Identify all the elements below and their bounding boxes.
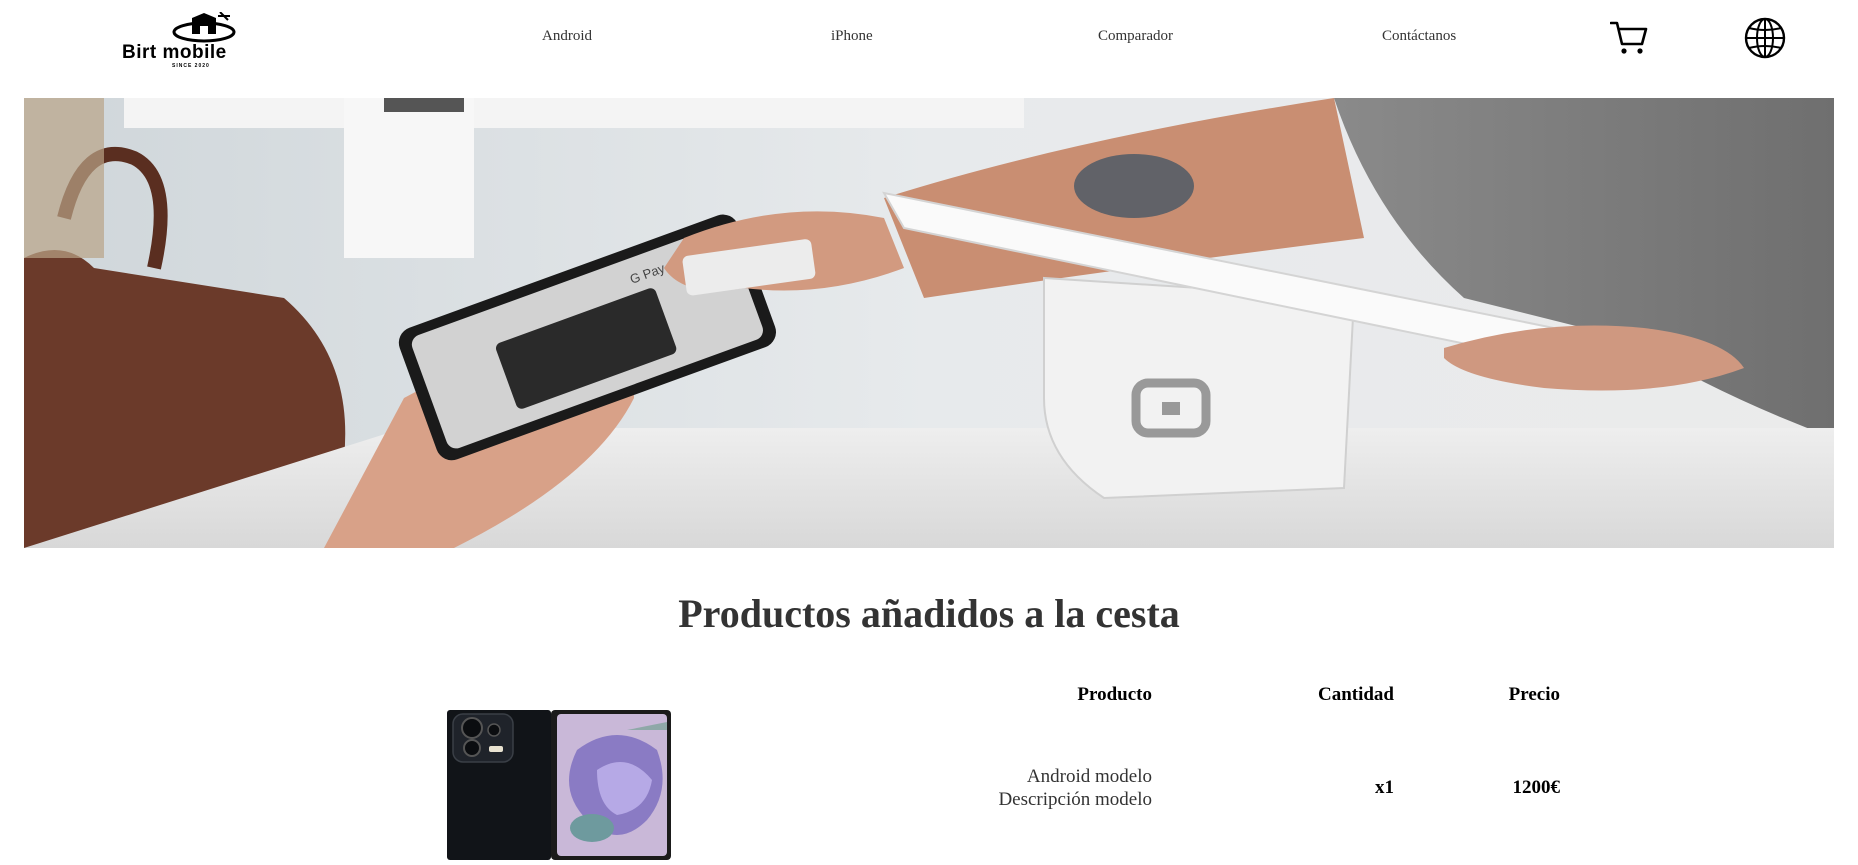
product-image	[447, 710, 671, 860]
cart-item-price: 1200€	[1512, 777, 1561, 798]
cart-icon[interactable]	[1609, 20, 1648, 61]
site-header: Birt mobile SINCE 2020 Android iPhone Co…	[0, 0, 1858, 98]
brand-logo[interactable]: Birt mobile SINCE 2020	[120, 12, 290, 69]
hero-banner: G Pay	[24, 98, 1834, 548]
logo-mark-icon	[172, 12, 236, 43]
cart-item-name: Android modelo	[1026, 766, 1152, 787]
column-header-quantity: Cantidad	[1317, 684, 1394, 705]
nav-link-iphone[interactable]: iPhone	[831, 28, 873, 45]
column-header-product: Producto	[1077, 684, 1152, 705]
nav-link-contactanos[interactable]: Contáctanos	[1382, 28, 1456, 45]
brand-name: Birt mobile	[122, 42, 227, 63]
nav-link-comparador[interactable]: Comparador	[1098, 28, 1173, 45]
cart-item-quantity: x1	[1375, 777, 1394, 798]
cart-item-details: Descripción modelo	[998, 789, 1152, 810]
cart-title: Productos añadidos a la cesta	[678, 591, 1180, 636]
nav-link-android[interactable]: Android	[542, 28, 592, 45]
globe-icon[interactable]	[1744, 17, 1786, 64]
cart-item-description: Android modelo Descripción modelo	[998, 765, 1152, 811]
hero-photo: G Pay	[24, 98, 1834, 548]
column-header-price: Precio	[1508, 684, 1560, 705]
brand-tagline: SINCE 2020	[172, 63, 210, 69]
